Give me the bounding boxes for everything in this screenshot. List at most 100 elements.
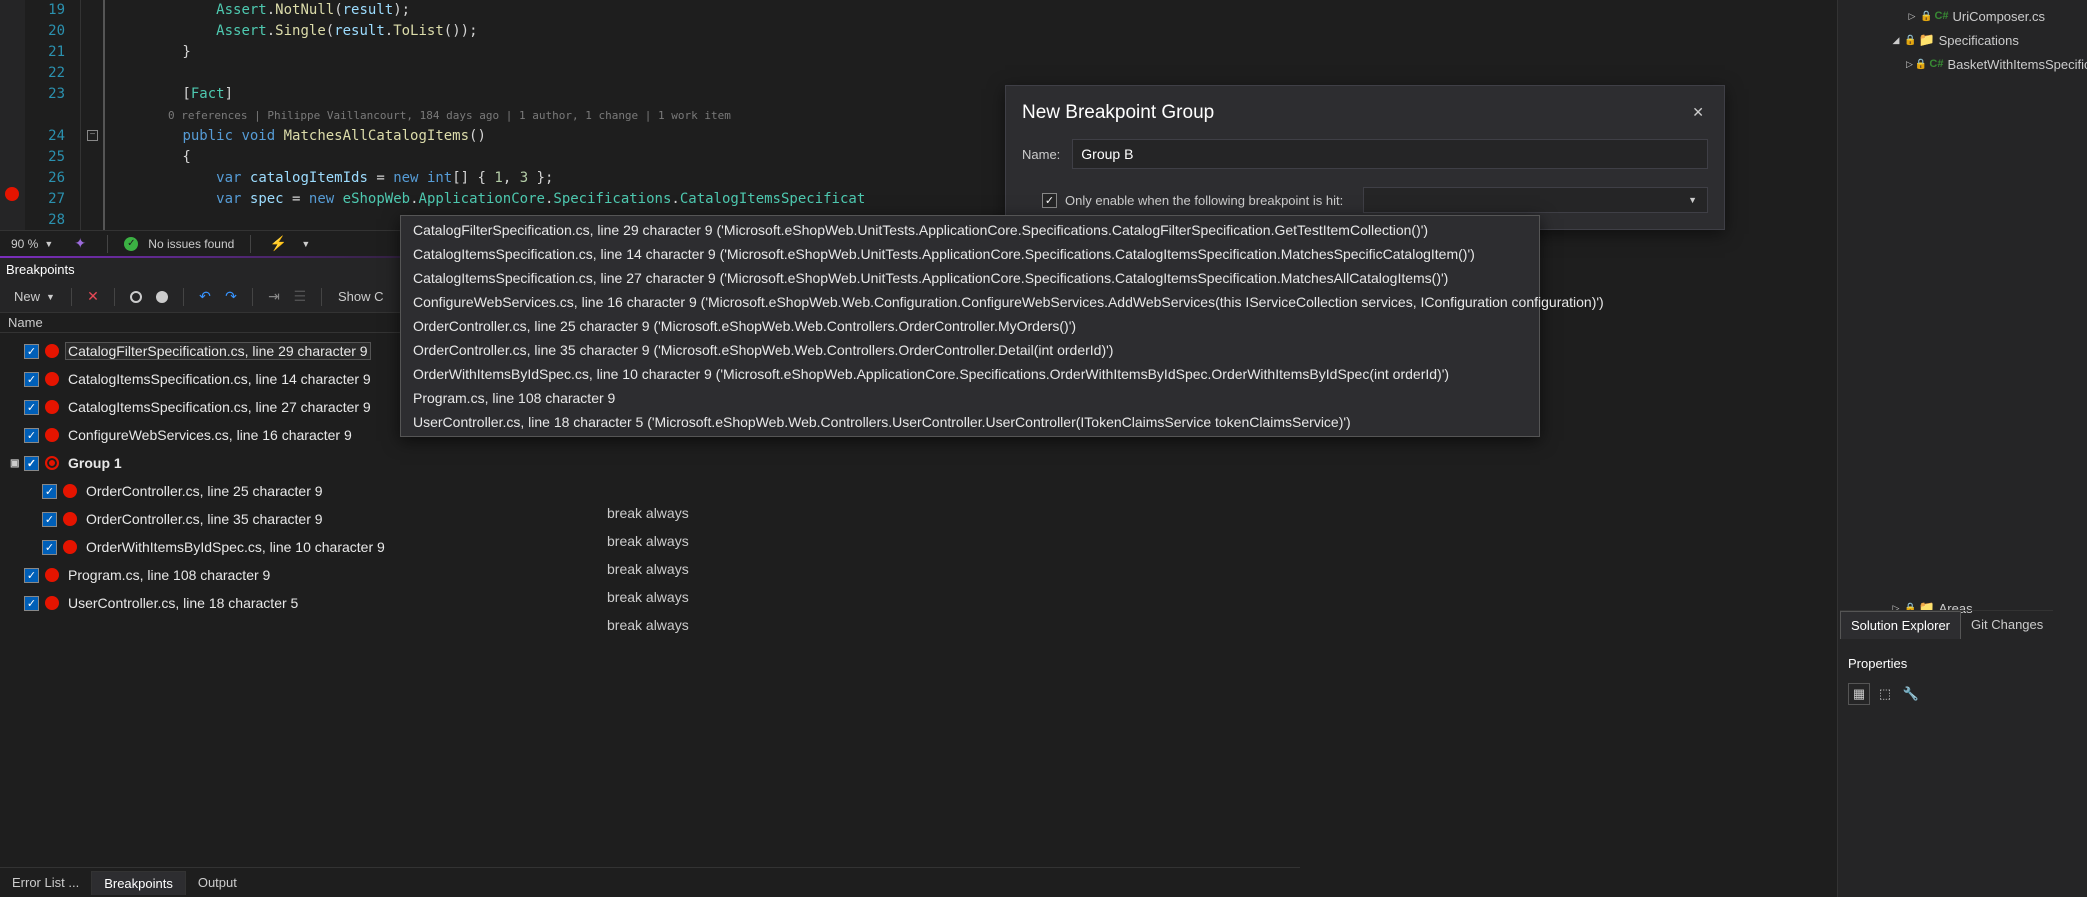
dropdown-item[interactable]: OrderController.cs, line 35 character 9 … xyxy=(401,338,1539,362)
breakpoint-label: OrderWithItemsByIdSpec.cs, line 10 chara… xyxy=(83,538,388,556)
solution-tree-item[interactable]: ◢🔒📁Specifications xyxy=(1842,28,2083,52)
lock-icon: 🔒 xyxy=(1915,59,1927,70)
breakpoint-icon xyxy=(45,568,59,582)
wrench-icon[interactable]: 🔧 xyxy=(1900,683,1922,705)
categorized-icon[interactable]: ▦ xyxy=(1848,683,1870,705)
breakpoint-checkbox[interactable]: ✓ xyxy=(24,596,39,611)
dropdown-item[interactable]: ConfigureWebServices.cs, line 16 charact… xyxy=(401,290,1539,314)
solution-tree-item[interactable]: ▷🔒C#UriComposer.cs xyxy=(1842,4,2083,28)
breakpoint-item[interactable]: ✓ UserController.cs, line 18 character 5 xyxy=(2,589,1298,617)
breakpoint-icon xyxy=(63,540,77,554)
breakpoint-checkbox[interactable]: ✓ xyxy=(42,540,57,555)
breakpoint-item[interactable]: ✓ Program.cs, line 108 character 9 xyxy=(2,561,1298,589)
breakpoint-label: CatalogItemsSpecification.cs, line 14 ch… xyxy=(65,370,374,388)
expander-icon[interactable]: ▣ xyxy=(10,458,24,469)
dropdown-item[interactable]: Program.cs, line 108 character 9 xyxy=(401,386,1539,410)
dialog-title-text: New Breakpoint Group xyxy=(1022,102,1214,124)
expander-icon[interactable]: ◢ xyxy=(1890,35,1902,46)
dropdown-item[interactable]: OrderController.cs, line 25 character 9 … xyxy=(401,314,1539,338)
disable-all-icon[interactable] xyxy=(151,286,173,308)
issues-status[interactable]: No issues found xyxy=(148,237,234,251)
csharp-file-icon: C# xyxy=(1934,10,1948,22)
breakpoint-icon xyxy=(45,372,59,386)
dropdown-item[interactable]: CatalogItemsSpecification.cs, line 14 ch… xyxy=(401,242,1539,266)
properties-panel: Properties ▦ ⬚ 🔧 xyxy=(1840,650,2085,711)
lock-icon: 🔒 xyxy=(1904,35,1916,46)
breakpoint-dropdown[interactable]: CatalogFilterSpecification.cs, line 29 c… xyxy=(400,215,1540,437)
chevron-down-icon: ▼ xyxy=(301,239,310,249)
breakpoint-icon xyxy=(45,400,59,414)
breakpoint-indicator-icon[interactable] xyxy=(5,187,19,201)
enable-condition-row: Only enable when the following breakpoin… xyxy=(1022,187,1708,213)
tree-item-label: BasketWithItemsSpecific xyxy=(1947,57,2087,72)
breakpoint-label: Group 1 xyxy=(65,454,125,472)
settings-icon[interactable]: ☰ xyxy=(289,286,311,308)
fold-toggle-icon[interactable]: − xyxy=(87,130,98,141)
enable-all-icon[interactable] xyxy=(125,286,147,308)
expander-icon[interactable]: ▷ xyxy=(1906,59,1913,70)
group-name-input[interactable] xyxy=(1072,139,1708,169)
breakpoint-label: UserController.cs, line 18 character 5 xyxy=(65,594,301,612)
solution-explorer-tabs: Solution Explorer Git Changes xyxy=(1840,610,2053,639)
expander-icon[interactable]: ▷ xyxy=(1906,11,1918,22)
dropdown-item[interactable]: CatalogFilterSpecification.cs, line 29 c… xyxy=(401,218,1539,242)
tab-git-changes[interactable]: Git Changes xyxy=(1961,611,2053,639)
chevron-down-icon: ▼ xyxy=(44,239,53,249)
dropdown-item[interactable]: UserController.cs, line 18 character 5 (… xyxy=(401,410,1539,434)
breakpoint-group[interactable]: ▣✓ Group 1 xyxy=(2,449,1298,477)
close-icon[interactable]: ✕ xyxy=(1688,100,1708,125)
breakpoint-item[interactable]: ✓ OrderWithItemsByIdSpec.cs, line 10 char… xyxy=(2,533,1298,561)
breakpoint-checkbox[interactable]: ✓ xyxy=(24,568,39,583)
enable-checkbox[interactable] xyxy=(1042,193,1057,208)
tab-breakpoints[interactable]: Breakpoints xyxy=(91,871,186,895)
csharp-file-icon: C# xyxy=(1929,58,1943,70)
zoom-level[interactable]: 90 % ▼ xyxy=(5,235,59,253)
dialog-titlebar: New Breakpoint Group ✕ xyxy=(1006,86,1724,129)
redo-icon[interactable]: ↷ xyxy=(220,286,242,308)
breakpoint-checkbox[interactable]: ✓ xyxy=(24,344,39,359)
tab-solution-explorer[interactable]: Solution Explorer xyxy=(1840,611,1961,639)
new-breakpoint-group-dialog: New Breakpoint Group ✕ Name: Only enable… xyxy=(1005,85,1725,230)
new-button[interactable]: New ▼ xyxy=(8,287,61,306)
breakpoint-item[interactable]: ✓ OrderController.cs, line 35 character 9 xyxy=(2,505,1298,533)
breakpoint-label: OrderController.cs, line 25 character 9 xyxy=(83,482,326,500)
breakpoint-checkbox[interactable]: ✓ xyxy=(24,372,39,387)
solution-tree[interactable]: ▷🔒C#UriComposer.cs◢🔒📁Specifications▷🔒C#B… xyxy=(1838,0,2087,624)
breakpoint-group-icon xyxy=(45,456,59,470)
header-name[interactable]: Name xyxy=(4,315,464,330)
breakpoint-icon xyxy=(63,512,77,526)
alphabetical-icon[interactable]: ⬚ xyxy=(1874,683,1896,705)
tab-output[interactable]: Output xyxy=(186,871,249,894)
line-numbers: 1920212223 24252627282930 xyxy=(25,0,80,250)
breakpoint-checkbox[interactable]: ✓ xyxy=(24,400,39,415)
lightning-icon[interactable]: ⚡ xyxy=(267,233,289,255)
breakpoint-checkbox[interactable]: ✓ xyxy=(42,484,57,499)
export-icon[interactable]: ⇥ xyxy=(263,286,285,308)
breakpoint-icon xyxy=(45,596,59,610)
dropdown-item[interactable]: CatalogItemsSpecification.cs, line 27 ch… xyxy=(401,266,1539,290)
breakpoint-item[interactable]: ✓ OrderController.cs, line 25 character 9 xyxy=(2,477,1298,505)
separator xyxy=(183,288,184,306)
enable-label: Only enable when the following breakpoin… xyxy=(1065,193,1343,208)
separator xyxy=(252,288,253,306)
breakpoint-label: Program.cs, line 108 character 9 xyxy=(65,566,273,584)
breakpoint-label: OrderController.cs, line 35 character 9 xyxy=(83,510,326,528)
breakpoint-checkbox[interactable]: ✓ xyxy=(42,512,57,527)
breakpoint-select[interactable]: ▼ xyxy=(1363,187,1708,213)
breakpoint-icon xyxy=(45,428,59,442)
editor-gutter[interactable] xyxy=(0,0,25,250)
code-fold-margin[interactable]: − xyxy=(80,0,105,250)
delete-icon[interactable]: ✕ xyxy=(82,286,104,308)
solution-explorer: ▷🔒C#UriComposer.cs◢🔒📁Specifications▷🔒C#B… xyxy=(1837,0,2087,897)
undo-icon[interactable]: ↶ xyxy=(194,286,216,308)
breakpoint-checkbox[interactable]: ✓ xyxy=(24,456,39,471)
show-columns-button[interactable]: Show C xyxy=(332,287,390,306)
code-body[interactable]: Assert.NotNull(result); Assert.Single(re… xyxy=(105,0,865,250)
tab-error-list[interactable]: Error List ... xyxy=(0,871,91,894)
suggestion-icon[interactable]: ✦ xyxy=(69,233,91,255)
solution-tree-item[interactable]: ▷🔒C#BasketWithItemsSpecific xyxy=(1842,52,2083,76)
tree-item-label: Specifications xyxy=(1939,33,2019,48)
properties-title: Properties xyxy=(1840,650,2085,677)
dropdown-item[interactable]: OrderWithItemsByIdSpec.cs, line 10 chara… xyxy=(401,362,1539,386)
breakpoint-checkbox[interactable]: ✓ xyxy=(24,428,39,443)
